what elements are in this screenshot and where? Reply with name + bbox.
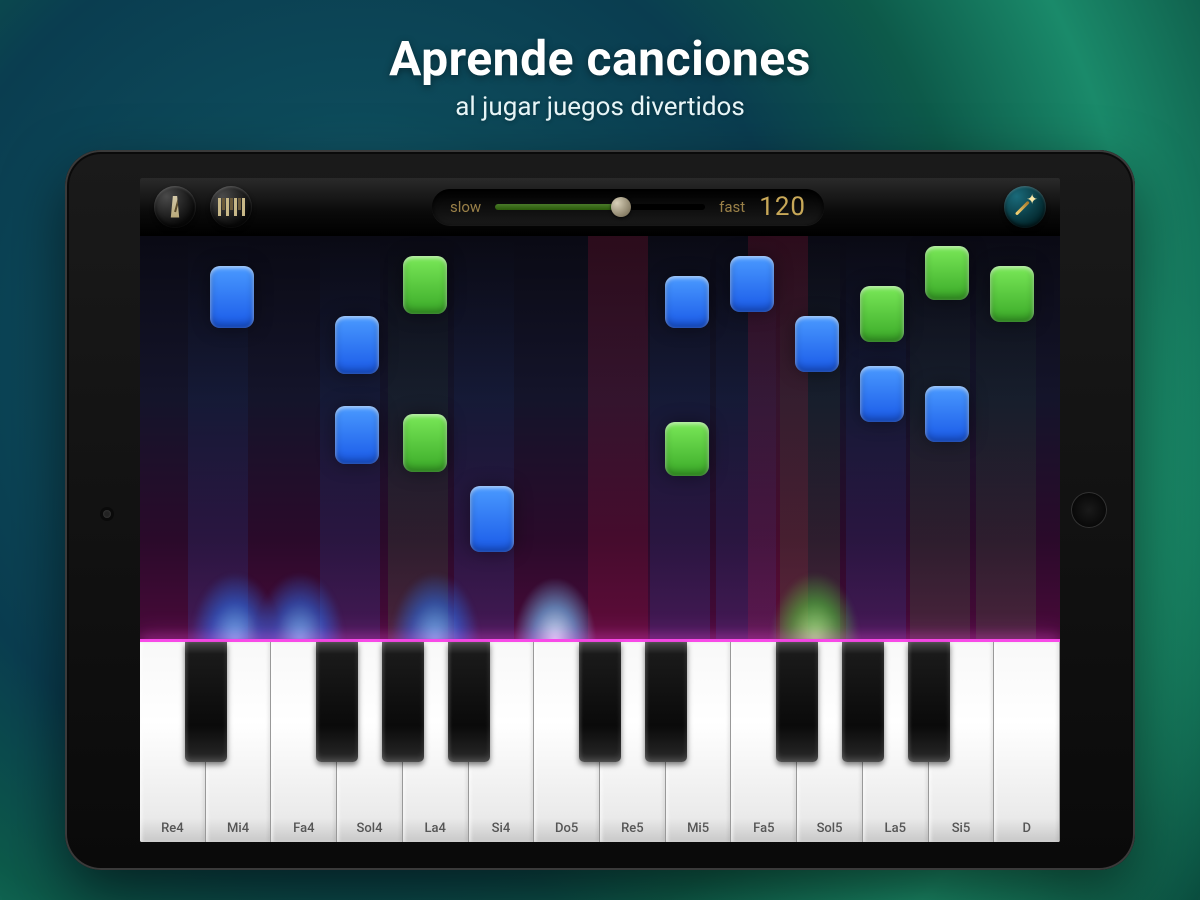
black-key-after-Sol4[interactable]	[382, 642, 424, 762]
key-label: Fa5	[731, 821, 796, 836]
falling-note	[925, 386, 969, 442]
falling-note	[665, 276, 709, 328]
magic-button[interactable]	[1004, 186, 1046, 228]
falling-note	[470, 486, 514, 552]
falling-note	[210, 266, 254, 328]
falling-note	[403, 414, 447, 472]
black-key-after-Do5[interactable]	[579, 642, 621, 762]
tablet-camera-icon	[103, 510, 111, 518]
subheadline: al jugar juegos divertidos	[0, 92, 1200, 122]
tempo-slider[interactable]	[495, 204, 705, 210]
key-label: Si4	[469, 821, 534, 836]
key-label: Do5	[534, 821, 599, 836]
falling-note	[335, 406, 379, 464]
key-label: Re5	[600, 821, 665, 836]
key-label: La5	[863, 821, 928, 836]
key-label: Fa4	[271, 821, 336, 836]
black-key-after-La4[interactable]	[448, 642, 490, 762]
lane-glow	[588, 236, 648, 642]
keyboard-size-button[interactable]	[210, 186, 252, 228]
key-label: D	[994, 821, 1059, 836]
black-key-after-Re5[interactable]	[645, 642, 687, 762]
headline: Aprende canciones	[0, 30, 1200, 87]
key-label: Sol5	[797, 821, 862, 836]
key-label: Sol4	[337, 821, 402, 836]
falling-note	[795, 316, 839, 372]
black-key-after-Sol5[interactable]	[842, 642, 884, 762]
metronome-icon	[168, 196, 182, 218]
toolbar: slow fast 120	[140, 178, 1060, 236]
black-key-after-La5[interactable]	[908, 642, 950, 762]
lane-glow	[454, 236, 514, 642]
note-lane	[140, 236, 1060, 642]
tempo-knob[interactable]	[611, 197, 631, 217]
falling-note	[860, 366, 904, 422]
black-key-after-Re4[interactable]	[185, 642, 227, 762]
key-label: La4	[403, 821, 468, 836]
key-label: Re4	[140, 821, 205, 836]
falling-note	[990, 266, 1034, 322]
tempo-slow-label: slow	[450, 198, 481, 216]
metronome-button[interactable]	[154, 186, 196, 228]
magic-wand-icon	[1014, 196, 1036, 218]
app-screen: slow fast 120 Re4Mi4Fa4Sol4La4Si4Do5Re5M…	[140, 178, 1060, 842]
keys-icon	[218, 198, 245, 216]
tablet-frame: slow fast 120 Re4Mi4Fa4Sol4La4Si4Do5Re5M…	[65, 150, 1135, 870]
tempo-value: 120	[759, 192, 806, 222]
lane-glow	[780, 236, 840, 642]
white-key-D[interactable]: D	[994, 642, 1060, 842]
piano-keyboard: Re4Mi4Fa4Sol4La4Si4Do5Re5Mi5Fa5Sol5La5Si…	[140, 642, 1060, 842]
key-label: Si5	[929, 821, 994, 836]
hit-splash	[510, 572, 600, 642]
black-key-after-Fa5[interactable]	[776, 642, 818, 762]
tempo-fast-label: fast	[719, 198, 745, 216]
promo-background: Aprende canciones al jugar juegos divert…	[0, 0, 1200, 900]
key-label: Mi5	[666, 821, 731, 836]
black-key-after-Fa4[interactable]	[316, 642, 358, 762]
tempo-control: slow fast 120	[432, 189, 824, 225]
tablet-home-button	[1071, 492, 1107, 528]
falling-note	[730, 256, 774, 312]
falling-note	[335, 316, 379, 374]
falling-note	[403, 256, 447, 314]
falling-note	[665, 422, 709, 476]
falling-note	[860, 286, 904, 342]
key-label: Mi4	[206, 821, 271, 836]
falling-note	[925, 246, 969, 300]
